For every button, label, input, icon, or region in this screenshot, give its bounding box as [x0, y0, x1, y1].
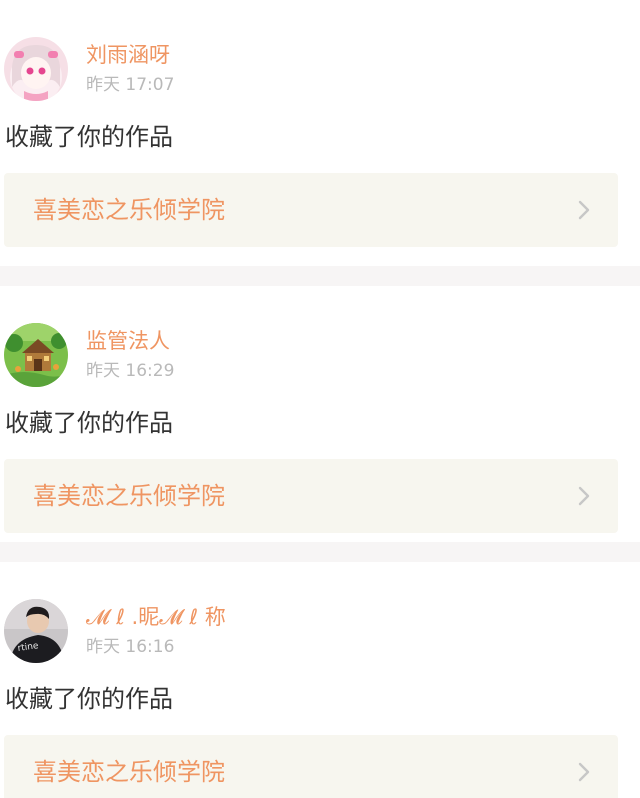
- notification-card: 刘雨涵呀 昨天 17:07 收藏了你的作品 喜美恋之乐倾学院: [0, 0, 640, 266]
- work-title: 喜美恋之乐倾学院: [33, 758, 225, 786]
- anime-girl-avatar: [4, 37, 68, 101]
- action-text: 收藏了你的作品: [5, 123, 173, 151]
- chevron-right-icon: [572, 484, 596, 508]
- section-divider: [0, 542, 640, 562]
- work-title: 喜美恋之乐倾学院: [33, 196, 225, 224]
- work-link[interactable]: 喜美恋之乐倾学院: [4, 735, 618, 798]
- timestamp: 昨天 16:29: [86, 361, 175, 381]
- game-scene-avatar: [4, 323, 68, 387]
- avatar[interactable]: [4, 37, 68, 101]
- username[interactable]: 刘雨涵呀: [86, 41, 170, 69]
- notification-card: 监管法人 昨天 16:29 收藏了你的作品 喜美恋之乐倾学院: [0, 286, 640, 552]
- chevron-right-icon: [572, 760, 596, 784]
- avatar[interactable]: rtine: [4, 599, 68, 663]
- person-photo-avatar: rtine: [4, 599, 68, 663]
- notification-feed: 刘雨涵呀 昨天 17:07 收藏了你的作品 喜美恋之乐倾学院 监管法人 昨天 1…: [0, 0, 640, 798]
- username[interactable]: 监管法人: [86, 327, 170, 355]
- timestamp: 昨天 17:07: [86, 75, 175, 95]
- work-link[interactable]: 喜美恋之乐倾学院: [4, 459, 618, 533]
- avatar[interactable]: [4, 323, 68, 387]
- work-link[interactable]: 喜美恋之乐倾学院: [4, 173, 618, 247]
- username[interactable]: 𝓜 ℓ .昵𝓜 ℓ 称: [86, 603, 226, 631]
- notification-card: rtine 𝓜 ℓ .昵𝓜 ℓ 称 昨天 16:16 收藏了你的作品 喜美恋之乐…: [0, 562, 640, 798]
- work-title: 喜美恋之乐倾学院: [33, 482, 225, 510]
- action-text: 收藏了你的作品: [5, 685, 173, 713]
- timestamp: 昨天 16:16: [86, 637, 175, 657]
- action-text: 收藏了你的作品: [5, 409, 173, 437]
- chevron-right-icon: [572, 198, 596, 222]
- section-divider: [0, 266, 640, 286]
